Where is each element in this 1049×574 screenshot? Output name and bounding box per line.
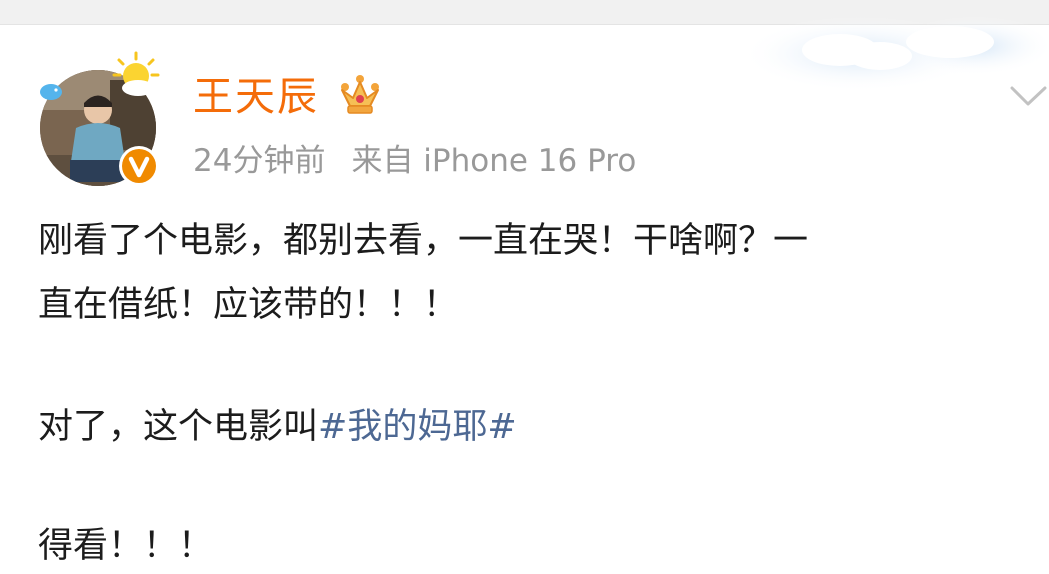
post-meta: 24分钟前 来自 iPhone 16 Pro <box>193 141 636 181</box>
crown-icon[interactable] <box>336 72 384 120</box>
post-text-segment: 对了，这个电影叫 <box>38 407 319 447</box>
post-text-line: 直在借纸！应该带的！！！ <box>38 285 459 325</box>
chevron-down-icon[interactable] <box>1008 84 1049 110</box>
sun-icon <box>112 51 160 96</box>
hashtag-link[interactable]: #我的妈耶# <box>318 407 517 447</box>
post-text-line: 刚看了个电影，都别去看，一直在哭！干啥啊？一 <box>38 221 809 261</box>
verified-v-icon <box>119 146 159 186</box>
post-text-line: 得看！！！ <box>38 526 214 566</box>
username[interactable]: 王天辰 <box>193 73 319 121</box>
post-source: 来自 iPhone 16 Pro <box>351 143 637 179</box>
avatar-group[interactable] <box>38 50 168 190</box>
bird-icon <box>40 84 62 100</box>
post-time: 24分钟前 <box>193 143 326 179</box>
cloud-decoration <box>740 16 1049 92</box>
post-text-line: 对了，这个电影叫#我的妈耶# <box>38 405 517 449</box>
